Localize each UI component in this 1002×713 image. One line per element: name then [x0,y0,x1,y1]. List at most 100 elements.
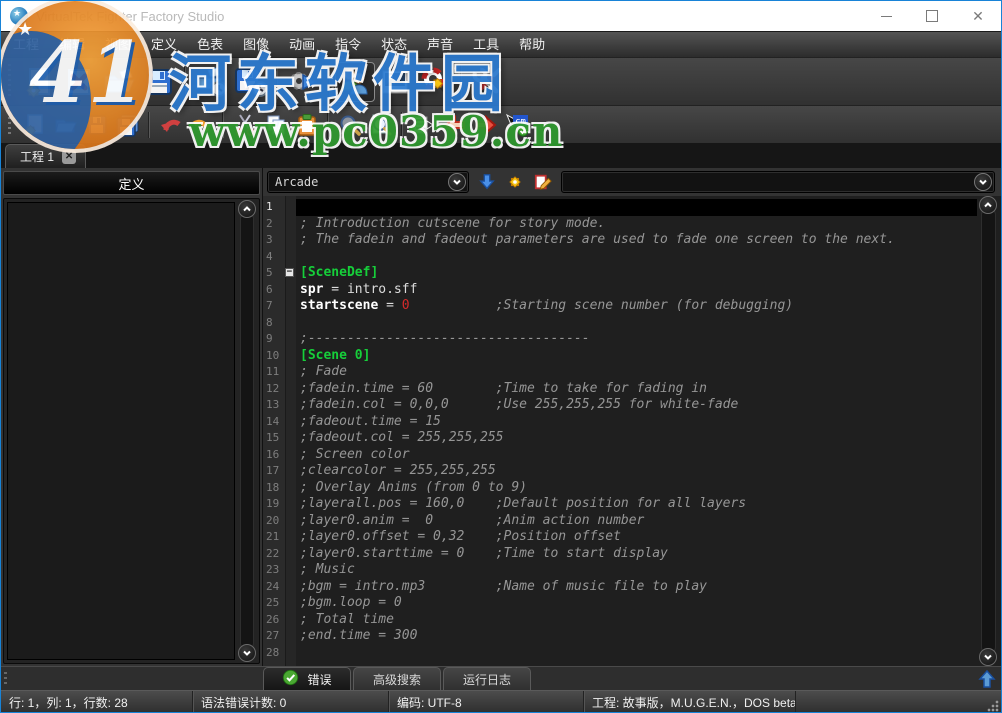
line-number: 16 [263,447,285,464]
save-timed-button[interactable] [231,62,271,102]
fold-column [285,480,296,497]
toolbar-grip[interactable] [8,64,11,99]
menu-item-6[interactable]: 动画 [279,32,325,58]
code-segment: ;layer0.starttime = 0 ;Time to start dis… [300,546,668,561]
fold-column [285,397,296,414]
maximize-icon[interactable] [909,1,955,31]
code-line: 26; Total time [263,612,977,629]
file-combobox-dropdown[interactable] [974,173,992,191]
menu-item-10[interactable]: 工具 [463,32,509,58]
help-wizard-button[interactable] [415,62,455,102]
code-editor[interactable]: 12; Introduction cutscene for story mode… [263,196,1001,666]
menu-item-0[interactable]: 工程 [3,32,49,58]
open-recent-button[interactable] [191,62,231,102]
code-line: 17;clearcolor = 255,255,255 [263,463,977,480]
code-line: 19;layerall.pos = 160,0 ;Default positio… [263,496,977,513]
menu-item-11[interactable]: 帮助 [509,32,555,58]
menu-item-2[interactable]: 视图 [95,32,141,58]
bottom-tab-1[interactable]: 高级搜索 [353,667,441,690]
nav-forward-button[interactable] [470,109,501,140]
line-number: 13 [263,397,285,414]
scroll-up-icon[interactable] [238,200,256,218]
code-line: 22;layer0.starttime = 0 ;Time to start d… [263,546,977,563]
new-section-button[interactable] [505,172,525,192]
editor-scrollbar[interactable] [978,198,1000,664]
import-section-button[interactable] [477,172,497,192]
fold-marker-icon[interactable]: − [285,268,294,277]
fold-column [285,513,296,530]
save-all-button[interactable] [112,109,143,140]
bottom-grip[interactable] [4,672,7,687]
bottom-tab-0[interactable]: 错误 [263,667,351,690]
code-text: ; Total time [296,612,977,629]
resize-grip-icon[interactable] [987,700,999,712]
paste-button[interactable] [291,109,322,140]
code-line: 6spr = intro.sff [263,282,977,299]
fold-column [285,315,296,332]
code-segment: ;fadeout.time = 15 [300,414,441,429]
section-combobox-dropdown[interactable] [448,173,466,191]
menu-item-1[interactable]: 编辑 [49,32,95,58]
code-segment: spr [300,282,323,297]
cm-check-button[interactable]: cm [501,109,532,140]
scrollbar-track[interactable] [240,212,254,650]
line-number: 15 [263,430,285,447]
find-button[interactable] [334,109,365,140]
bottom-tab-label: 高级搜索 [373,671,421,688]
fold-column [285,447,296,464]
code-text: ;bgm = intro.mp3 ;Name of music file to … [296,579,977,596]
new-file-button[interactable] [19,109,50,140]
code-text: startscene = 0 ;Starting scene number (f… [296,298,977,315]
definitions-scrollbar[interactable] [237,202,257,660]
edit-section-button[interactable] [533,172,553,192]
code-text: spr = intro.sff [296,282,977,299]
menu-item-3[interactable]: 定义 [141,32,187,58]
save-file-button[interactable] [81,109,112,140]
open-project-button[interactable] [99,62,139,102]
close-project-button[interactable] [59,62,99,102]
scroll-down-icon[interactable] [238,644,256,662]
run-settings-button[interactable] [283,62,323,102]
scrollbar-track[interactable] [981,208,996,654]
minimize-icon[interactable] [863,1,909,31]
scroll-down-icon[interactable] [979,648,997,666]
redo-button[interactable] [186,109,217,140]
scroll-up-icon[interactable] [979,196,997,214]
help-wizard-icon [418,66,452,98]
section-combobox[interactable]: Arcade [267,171,469,193]
bottom-tab-2[interactable]: 运行日志 [443,667,531,690]
open-project-icon [102,66,136,98]
menu-item-9[interactable]: 声音 [417,32,463,58]
goto-top-button[interactable] [977,669,997,689]
characters-button[interactable] [335,62,375,102]
save-project-button[interactable] [139,62,179,102]
menu-item-4[interactable]: 色表 [187,32,233,58]
stage-image-button[interactable] [375,62,415,102]
definitions-panel: 定义 [1,168,263,666]
tab-project-1[interactable]: 工程 1 ✕ [5,144,86,168]
toolbar-grip[interactable] [8,112,11,137]
cut-button[interactable] [229,109,260,140]
code-segment: intro.sff [347,282,417,297]
menu-item-5[interactable]: 图像 [233,32,279,58]
code-line: 8 [263,315,977,332]
fold-column [285,496,296,513]
code-segment: ; Total time [300,612,394,627]
nav-back-button[interactable] [439,109,470,140]
file-combobox[interactable] [561,171,995,193]
close-icon[interactable]: ✕ [955,1,1001,31]
new-project-button[interactable] [19,62,59,102]
open-file-button[interactable] [50,109,81,140]
code-segment: [Scene 0] [300,348,370,363]
menu-item-7[interactable]: 指令 [325,32,371,58]
definitions-list[interactable] [7,202,235,660]
find-in-files-button[interactable] [365,109,396,140]
star-icon [506,173,524,191]
undo-button[interactable] [155,109,186,140]
menu-item-8[interactable]: 状态 [371,32,417,58]
goto-list-button[interactable] [408,109,439,140]
save-project-icon [143,66,175,98]
tab-close-icon[interactable]: ✕ [62,150,76,164]
tools-button[interactable] [467,62,507,102]
copy-button[interactable] [260,109,291,140]
